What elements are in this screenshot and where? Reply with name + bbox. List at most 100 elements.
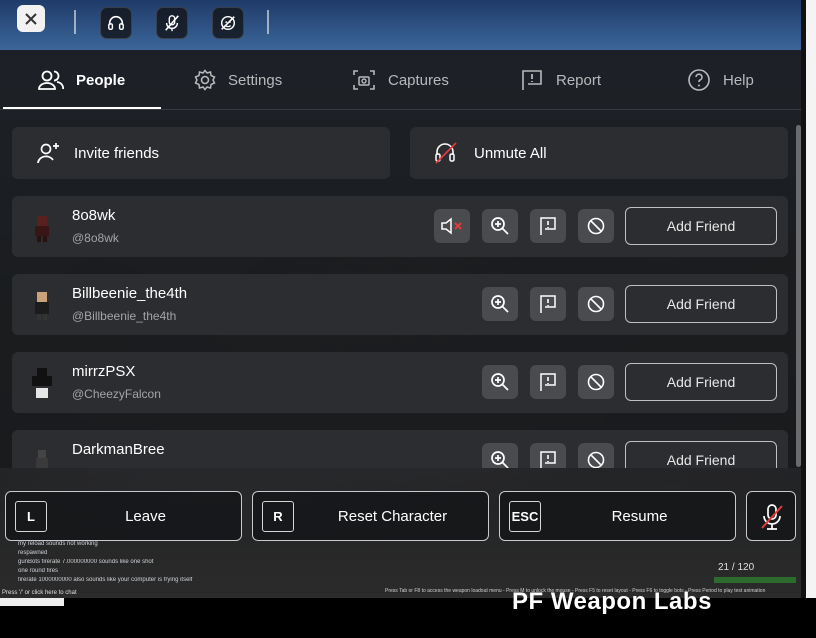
resume-label: Resume bbox=[611, 508, 668, 525]
tab-report-label: Report bbox=[556, 71, 602, 89]
zoom-icon bbox=[491, 295, 509, 313]
chat-line: one round fires bbox=[18, 568, 59, 574]
flag-icon bbox=[522, 70, 542, 90]
gear-icon bbox=[194, 69, 216, 91]
invite-friends-label: Invite friends bbox=[74, 144, 160, 162]
flag-icon bbox=[540, 451, 556, 468]
zoom-icon bbox=[491, 451, 509, 468]
unmute-all-button[interactable]: Unmute All bbox=[410, 127, 788, 179]
health-bar bbox=[714, 577, 796, 583]
report-player-button[interactable] bbox=[530, 365, 566, 399]
key-hint: ESC bbox=[509, 501, 541, 532]
help-icon bbox=[688, 69, 710, 91]
player-row: mirrzPSX @CheezyFalcon Add Friend bbox=[12, 352, 788, 413]
player-list-scrollbar[interactable] bbox=[796, 125, 801, 467]
key-hint: R bbox=[262, 501, 294, 532]
close-button[interactable] bbox=[17, 5, 45, 32]
chat-line: gunBots firerate 7.000000000 sounds like… bbox=[18, 559, 154, 565]
reset-character-label: Reset Character bbox=[337, 508, 448, 525]
add-friend-button[interactable]: Add Friend bbox=[625, 207, 777, 245]
avatar bbox=[35, 292, 49, 320]
player-username: @CheezyFalcon bbox=[72, 387, 161, 401]
mic-muted-icon bbox=[761, 504, 783, 530]
inspect-player-button[interactable] bbox=[482, 287, 518, 321]
leave-button[interactable]: L Leave bbox=[5, 491, 242, 541]
active-tab-indicator bbox=[3, 107, 161, 109]
report-player-button[interactable] bbox=[530, 443, 566, 468]
block-player-button[interactable] bbox=[578, 209, 614, 243]
player-row: DarkmanBree Add Friend bbox=[12, 430, 788, 468]
tab-captures[interactable]: Captures bbox=[352, 50, 449, 110]
block-player-button[interactable] bbox=[578, 287, 614, 321]
chat-log: my reload sounds not working respawned g… bbox=[0, 541, 420, 598]
add-friend-button[interactable]: Add Friend bbox=[625, 363, 777, 401]
tab-people[interactable]: People bbox=[38, 50, 125, 110]
inspect-player-button[interactable] bbox=[482, 443, 518, 468]
headset-muted-icon bbox=[435, 142, 457, 164]
chat-line: respawned bbox=[18, 550, 48, 556]
player-username: @8o8wk bbox=[72, 231, 119, 245]
avatar bbox=[35, 216, 49, 242]
flag-icon bbox=[540, 373, 556, 391]
unmute-player-button[interactable] bbox=[434, 209, 470, 243]
avatar bbox=[32, 368, 52, 398]
flag-icon bbox=[540, 217, 556, 235]
add-friend-button[interactable]: Add Friend bbox=[625, 285, 777, 323]
camera-icon bbox=[353, 70, 375, 90]
add-person-icon bbox=[37, 143, 59, 164]
block-player-button[interactable] bbox=[578, 365, 614, 399]
tab-report[interactable]: Report bbox=[520, 50, 601, 110]
resume-button[interactable]: ESC Resume bbox=[499, 491, 736, 541]
leave-label: Leave bbox=[125, 508, 166, 525]
tab-captures-label: Captures bbox=[388, 71, 449, 89]
headset-icon bbox=[108, 15, 124, 31]
speaker-muted-icon bbox=[441, 217, 462, 235]
block-icon bbox=[587, 295, 605, 313]
mic-muted-icon bbox=[165, 15, 179, 32]
player-row: Billbeenie_the4th @Billbeenie_the4th Add… bbox=[12, 274, 788, 335]
microphone-toggle-button[interactable] bbox=[156, 7, 188, 39]
block-icon bbox=[587, 373, 605, 391]
tab-people-label: People bbox=[76, 71, 126, 89]
ammo-counter: 21 / 120 bbox=[718, 562, 755, 573]
player-row: 8o8wk @8o8wk Add Friend bbox=[12, 196, 788, 257]
reset-character-button[interactable]: R Reset Character bbox=[252, 491, 489, 541]
player-username: @Billbeenie_the4th bbox=[72, 309, 177, 323]
headset-button[interactable] bbox=[100, 7, 132, 39]
key-hint: L bbox=[15, 501, 47, 532]
self-view-button[interactable] bbox=[212, 7, 244, 39]
flag-icon bbox=[540, 295, 556, 313]
avatar bbox=[36, 450, 48, 468]
player-list: 8o8wk @8o8wk Add Friend Billbeenie_the4t… bbox=[0, 196, 801, 468]
divider bbox=[267, 10, 269, 34]
tab-settings-label: Settings bbox=[228, 71, 283, 89]
add-friend-button[interactable]: Add Friend bbox=[625, 441, 777, 468]
chat-input-hint[interactable]: Press '/' or click here to chat bbox=[2, 590, 77, 596]
block-player-button[interactable] bbox=[578, 443, 614, 468]
chat-line: my reload sounds not working bbox=[18, 541, 98, 547]
player-display-name: mirrzPSX bbox=[72, 363, 136, 380]
menu-panel: People Settings Captures Report Help Inv… bbox=[0, 50, 801, 468]
unmute-all-label: Unmute All bbox=[474, 144, 547, 162]
block-icon bbox=[587, 451, 605, 468]
tab-bar: People Settings Captures Report Help bbox=[0, 50, 801, 110]
report-player-button[interactable] bbox=[530, 287, 566, 321]
tab-settings[interactable]: Settings bbox=[194, 50, 282, 110]
zoom-icon bbox=[491, 217, 509, 235]
zoom-icon bbox=[491, 373, 509, 391]
tab-help[interactable]: Help bbox=[687, 50, 754, 110]
invite-friends-button[interactable]: Invite friends bbox=[12, 127, 390, 179]
tab-help-label: Help bbox=[723, 71, 754, 89]
self-view-off-icon bbox=[220, 15, 236, 31]
player-display-name: 8o8wk bbox=[72, 207, 116, 224]
top-toolbar bbox=[0, 0, 801, 50]
chat-line: firerate 1000000000 also sounds like you… bbox=[18, 577, 193, 583]
inspect-player-button[interactable] bbox=[482, 209, 518, 243]
controls-help-text: Press Tab or F8 to access the weapon loa… bbox=[385, 588, 766, 594]
divider bbox=[74, 10, 76, 34]
mic-toggle-button[interactable] bbox=[746, 491, 796, 541]
close-icon bbox=[25, 12, 37, 25]
report-player-button[interactable] bbox=[530, 209, 566, 243]
people-icon bbox=[38, 70, 64, 90]
inspect-player-button[interactable] bbox=[482, 365, 518, 399]
